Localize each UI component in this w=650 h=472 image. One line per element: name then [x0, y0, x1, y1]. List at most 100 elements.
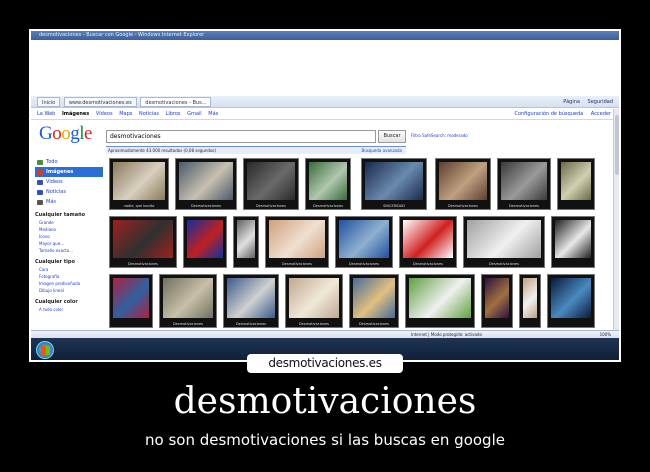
nav-more[interactable]: Más	[208, 111, 218, 117]
nav-books[interactable]: Libros	[166, 111, 181, 117]
image-result[interactable]: Desmotivaciones	[223, 274, 279, 328]
advanced-search-link[interactable]: Búsqueda avanzada	[361, 147, 402, 154]
image-result[interactable]	[519, 274, 541, 328]
result-caption: Desmotivaciones	[488, 262, 520, 266]
image-result[interactable]: nadie, que bonito	[109, 158, 169, 210]
security-menu[interactable]: Seguridad	[588, 96, 613, 108]
image-result[interactable]: Desmotivaciones	[497, 158, 551, 210]
search-input[interactable]: desmotivaciones	[106, 130, 376, 143]
images-icon	[37, 169, 43, 175]
sign-in-link[interactable]: Acceder	[591, 111, 611, 117]
news-icon	[37, 189, 43, 195]
result-thumbnail	[365, 162, 423, 200]
search-sidebar: Todo Imágenes Vídeos Noticias Más Cualqu…	[35, 157, 103, 313]
type-option[interactable]: Fotografía	[35, 273, 103, 280]
size-filter-heading[interactable]: Cualquier tamaño	[35, 211, 103, 219]
poster-subtitle: no son desmotivaciones si las buscas en …	[145, 431, 505, 449]
more-icon	[37, 199, 43, 205]
safesearch-link[interactable]: Filtro SafeSearch: moderado	[411, 133, 468, 138]
nav-gmail[interactable]: Gmail	[187, 111, 202, 117]
image-result[interactable]	[233, 216, 259, 268]
size-option[interactable]: Grande	[35, 219, 103, 226]
size-option[interactable]: Icono	[35, 233, 103, 240]
sidebar-item-all[interactable]: Todo	[35, 157, 103, 167]
image-result[interactable]: Desmotivaciones	[159, 274, 217, 328]
windows-logo-icon	[41, 346, 50, 355]
image-result[interactable]: Desmotivaciones	[435, 158, 491, 210]
image-result[interactable]	[405, 274, 475, 328]
nav-images[interactable]: Imágenes	[62, 111, 89, 117]
image-result[interactable]	[109, 274, 153, 328]
type-option[interactable]: Cara	[35, 266, 103, 273]
image-result[interactable]: Desmotivaciones	[349, 274, 399, 328]
start-button[interactable]	[36, 341, 54, 359]
result-caption: Desmotivaciones	[312, 204, 344, 208]
google-top-bar: La Web Imágenes Vídeos Maps Noticias Lib…	[31, 109, 619, 120]
image-result[interactable]: Desmotivaciones	[243, 158, 299, 210]
image-result[interactable]	[481, 274, 513, 328]
image-result[interactable]: Desmotivaciones	[175, 158, 237, 210]
image-result[interactable]: Desmotivaciones	[285, 274, 343, 328]
page-menu[interactable]: Página	[563, 96, 580, 108]
image-result[interactable]: Desmotivaciones	[399, 216, 457, 268]
size-option[interactable]: Mediano	[35, 226, 103, 233]
result-thumbnail	[179, 162, 233, 200]
type-option[interactable]: Imagen prediseñada	[35, 280, 103, 287]
result-caption: Desmotivaciones	[255, 204, 287, 208]
result-thumbnail	[403, 220, 453, 258]
size-option[interactable]: Mayor que...	[35, 240, 103, 247]
type-option[interactable]: Dibujo lineal	[35, 287, 103, 294]
google-nav-links: La Web Imágenes Vídeos Maps Noticias Lib…	[37, 109, 223, 120]
tab-google-search[interactable]: desmotivaciones - Bus...	[140, 97, 212, 107]
tab-home[interactable]: Inicio	[37, 97, 61, 107]
tab-strip: Inicio www.desmotivaciones.es desmotivac…	[37, 96, 213, 109]
result-thumbnail	[237, 220, 255, 258]
image-result[interactable]	[557, 158, 595, 210]
result-caption: Desmotivaciones	[348, 262, 380, 266]
browser-toolbar: Inicio www.desmotivaciones.es desmotivac…	[31, 96, 619, 108]
result-thumbnail	[561, 162, 591, 200]
google-logo[interactable]: Google	[39, 123, 92, 145]
result-thumbnail	[187, 220, 223, 258]
image-result[interactable]: SINCERIDAD	[361, 158, 427, 210]
result-caption: Desmotivaciones	[235, 322, 267, 326]
image-result[interactable]	[183, 216, 227, 268]
nav-videos[interactable]: Vídeos	[96, 111, 113, 117]
result-thumbnail	[523, 278, 537, 318]
image-result[interactable]	[551, 216, 595, 268]
nav-maps[interactable]: Maps	[119, 111, 132, 117]
result-thumbnail	[551, 278, 591, 318]
search-settings-link[interactable]: Configuración de búsqueda	[514, 111, 583, 117]
results-count: Aproximadamente 43.000 resultados (0,08 …	[108, 148, 217, 153]
image-result[interactable]	[547, 274, 595, 328]
image-result[interactable]: Desmotivaciones	[335, 216, 393, 268]
image-result[interactable]: Desmotivaciones	[265, 216, 329, 268]
nav-web[interactable]: La Web	[37, 111, 55, 117]
result-thumbnail	[309, 162, 347, 200]
zoom-level[interactable]: 100%	[600, 331, 611, 338]
size-option[interactable]: Tamaño exacto...	[35, 247, 103, 254]
screenshot-frame: desmotivaciones - Buscar con Google - Wi…	[29, 29, 621, 362]
result-thumbnail	[467, 220, 541, 258]
sidebar-item-videos[interactable]: Vídeos	[35, 177, 103, 187]
sidebar-item-images[interactable]: Imágenes	[35, 167, 103, 177]
sidebar-item-news[interactable]: Noticias	[35, 187, 103, 197]
scrollbar-thumb[interactable]	[615, 115, 619, 175]
result-caption: Desmotivaciones	[447, 204, 479, 208]
search-button[interactable]: Buscar	[378, 130, 406, 143]
color-filter-heading[interactable]: Cualquier color	[35, 298, 103, 306]
tab-desmotivaciones-site[interactable]: www.desmotivaciones.es	[63, 97, 137, 107]
videos-icon	[37, 179, 43, 185]
image-result[interactable]: Desmotivaciones	[463, 216, 545, 268]
result-thumbnail	[289, 278, 339, 318]
nav-news[interactable]: Noticias	[139, 111, 159, 117]
type-filter-heading[interactable]: Cualquier tipo	[35, 258, 103, 266]
image-result[interactable]: Desmotivaciones	[305, 158, 351, 210]
result-thumbnail	[339, 220, 389, 258]
page-scrollbar[interactable]	[613, 109, 619, 330]
all-icon	[37, 159, 43, 165]
color-option[interactable]: A todo color	[35, 306, 103, 313]
result-thumbnail	[163, 278, 213, 318]
sidebar-item-more[interactable]: Más	[35, 197, 103, 207]
image-result[interactable]: Desmotivaciones	[109, 216, 177, 268]
